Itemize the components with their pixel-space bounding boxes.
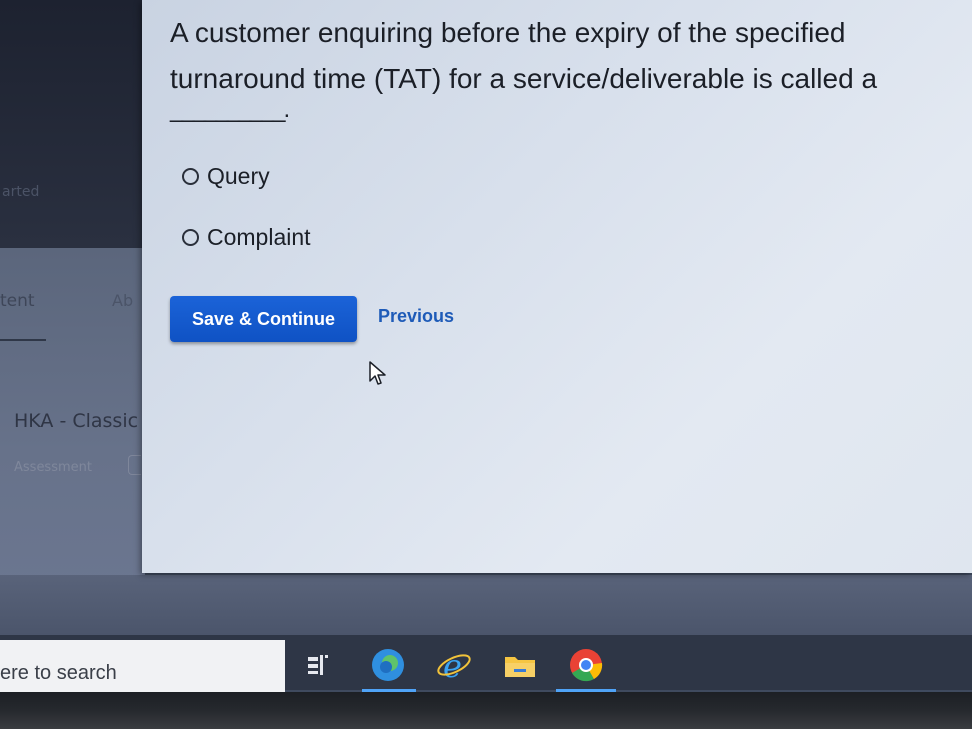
radio-icon[interactable]	[182, 229, 199, 246]
background-course-subtitle: Assessment	[14, 460, 92, 475]
background-tab-underline	[0, 339, 46, 341]
internet-explorer-icon[interactable]: e	[434, 645, 474, 685]
option-query[interactable]: Query	[182, 163, 270, 190]
mouse-cursor-icon	[369, 361, 386, 385]
option-label: Query	[207, 163, 270, 189]
option-complaint[interactable]: Complaint	[182, 224, 311, 251]
monitor-bezel	[0, 692, 972, 729]
question-modal: A customer enquiring before the expiry o…	[142, 0, 972, 573]
previous-link[interactable]: Previous	[378, 306, 454, 327]
question-text: A customer enquiring before the expiry o…	[170, 17, 878, 94]
background-badge	[128, 455, 141, 475]
background-tab-about: Ab	[112, 291, 134, 310]
background-course-title: HKA - Classic	[14, 410, 139, 432]
radio-icon[interactable]	[182, 168, 199, 185]
save-continue-button[interactable]: Save & Continue	[170, 296, 357, 342]
taskbar-search-placeholder[interactable]: ere to search	[0, 662, 117, 685]
task-view-icon[interactable]	[300, 645, 340, 685]
option-label: Complaint	[207, 224, 311, 250]
svg-text:e: e	[443, 647, 462, 685]
file-explorer-icon[interactable]	[500, 645, 540, 685]
question-blank: __________.	[170, 96, 290, 123]
edge-browser-icon[interactable]	[368, 645, 408, 685]
background-tab-content: tent	[0, 291, 35, 311]
background-header	[0, 0, 145, 248]
background-status-text: arted	[2, 184, 40, 200]
chrome-browser-icon[interactable]	[566, 645, 606, 685]
background-band	[0, 575, 972, 635]
